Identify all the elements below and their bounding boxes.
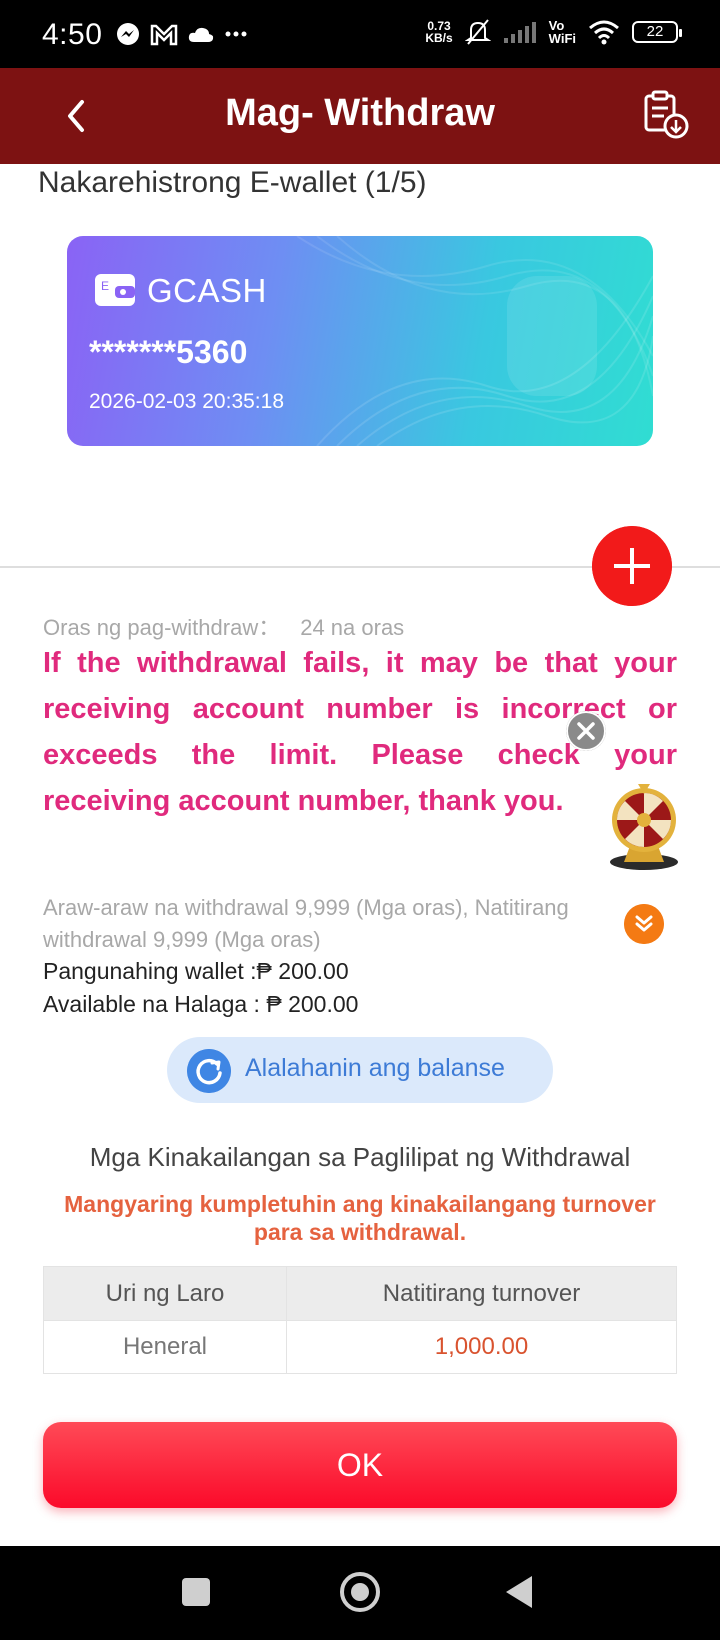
status-bar: 4:50 0.73 KB/s Vo WiFi 22: [0, 0, 720, 68]
lucky-wheel-icon[interactable]: [606, 782, 682, 872]
vowifi-indicator: Vo WiFi: [549, 19, 576, 45]
withdraw-time-label: Oras ng pag-withdraw：: [43, 615, 281, 640]
available-amount: Available na Halaga : ₱ 200.00: [43, 991, 359, 1017]
daily-withdrawal-limit: Araw-araw na withdrawal 9,999 (Mga oras)…: [43, 895, 569, 952]
recents-icon[interactable]: [182, 1578, 210, 1606]
system-nav-bar: [0, 1546, 720, 1640]
ewallet-section-title: Nakarehistrong E-wallet (1/5): [38, 166, 427, 199]
requirements-title: Mga Kinakailangan sa Paglilipat ng Withd…: [89, 1142, 631, 1172]
page-title: Mag- Withdraw: [225, 92, 495, 134]
cell-game-type: Heneral: [44, 1321, 287, 1373]
withdraw-time-value: 24 na oras: [300, 615, 405, 640]
cell-remaining-turnover: 1,000.00: [434, 1333, 529, 1360]
ok-button[interactable]: OK: [43, 1422, 677, 1508]
cloud-icon: [188, 27, 214, 42]
net-speed: 0.73 KB/s: [425, 20, 452, 44]
chevron-double-down-icon[interactable]: [624, 904, 664, 944]
column-header-game-type: Uri ng Laro: [44, 1267, 287, 1320]
wifi-icon: [589, 20, 619, 45]
wallet-date: 2026-02-03 20:35:18: [89, 390, 284, 413]
add-wallet-button[interactable]: [592, 526, 672, 606]
notification-icons: [116, 22, 248, 46]
ewallet-logo-icon: E: [95, 274, 135, 306]
app-header: Mag- Withdraw: [0, 68, 720, 164]
table-header-row: Uri ng Laro Natitirang turnover: [44, 1267, 676, 1320]
vowifi-bottom: WiFi: [548, 31, 576, 46]
wallet-brand: GCASH: [147, 272, 267, 309]
signal-icon: [503, 22, 536, 43]
mute-bell-icon: [464, 19, 491, 45]
close-icon[interactable]: [566, 711, 606, 751]
refresh-balance-label: Alalahanin ang balanse: [245, 1054, 505, 1082]
home-icon[interactable]: [340, 1572, 380, 1612]
records-download-icon[interactable]: [640, 90, 690, 140]
gcash-wallet-card[interactable]: E GCASH *******5360 2026-02-03 20:35:18: [67, 236, 653, 446]
more-dots-icon: [225, 31, 247, 37]
refresh-balance-button[interactable]: Alalahanin ang balanse: [167, 1037, 553, 1103]
system-status-icons: 0.73 KB/s Vo WiFi 22: [425, 18, 682, 46]
battery-icon: 22: [632, 21, 682, 43]
table-row: Heneral 1,000.00: [44, 1320, 676, 1373]
column-header-remaining-turnover: Natitirang turnover: [382, 1279, 581, 1307]
net-speed-unit: KB/s: [425, 31, 453, 45]
withdraw-time-line: Oras ng pag-withdraw： 24 na oras: [43, 610, 404, 642]
requirements-note: Mangyaring kumpletuhin ang kinakailangan…: [64, 1191, 656, 1245]
turnover-table: Uri ng Laro Natitirang turnover Heneral …: [43, 1266, 677, 1374]
mail-icon: [150, 24, 178, 46]
refresh-icon: [187, 1049, 231, 1093]
logo-letter: E: [101, 279, 109, 293]
wallet-account-number: *******5360: [89, 334, 248, 370]
main-wallet-balance: Pangunahing wallet :₱ 200.00: [43, 958, 349, 984]
status-time: 4:50: [42, 18, 103, 51]
messenger-icon: [117, 23, 139, 45]
back-triangle-icon[interactable]: [506, 1576, 532, 1608]
